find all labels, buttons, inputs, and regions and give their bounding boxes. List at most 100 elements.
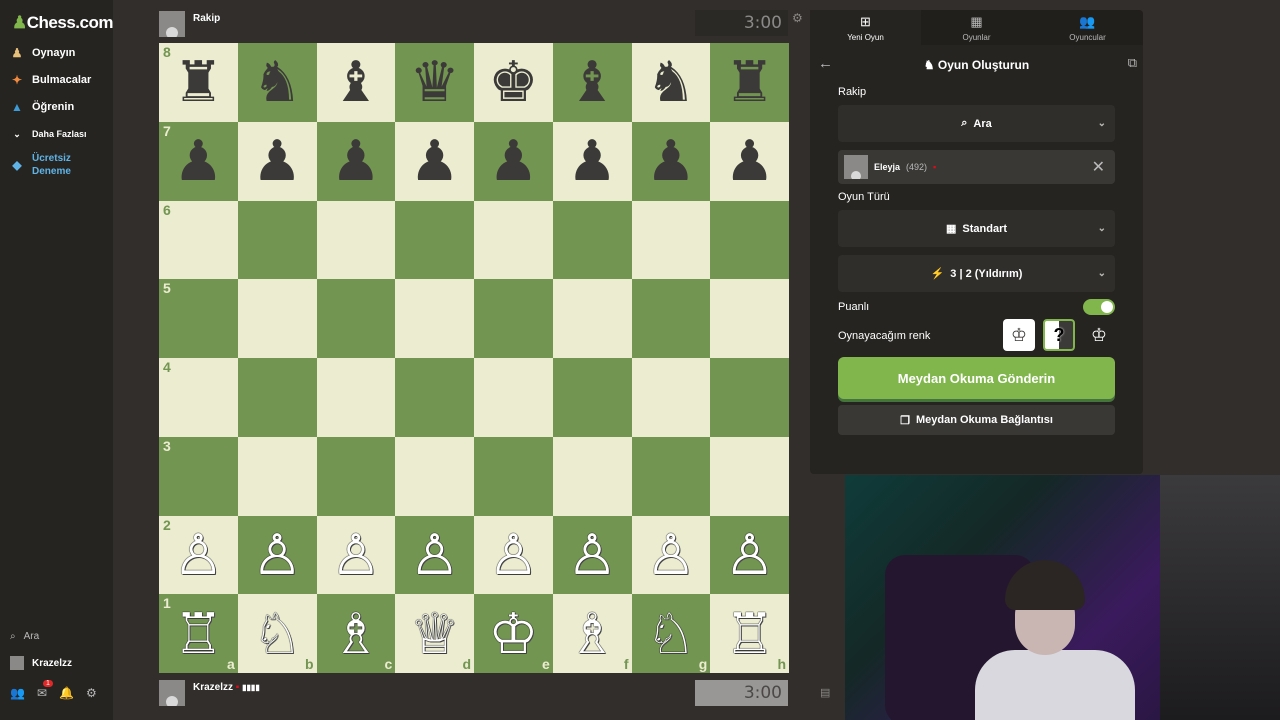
gear-icon[interactable]: ⚙: [86, 686, 97, 700]
white-piece[interactable]: ♖: [173, 605, 223, 662]
square-b2[interactable]: ♙: [237, 515, 317, 595]
square-a8[interactable]: ♜ 8: [159, 43, 238, 122]
black-piece[interactable]: ♟: [646, 133, 696, 189]
square-e6[interactable]: [474, 200, 553, 280]
chess-board[interactable]: ♜ 8 ♞ ♝ ♛ ♚ ♝ ♞ ♜ ♟ 7 ♟ ♟ ♟ ♟ ♟ ♟ ♟ 6 5 4 3 ♙ 2 ♙ ♙ ♙ ♙ ♙ ♙ ♙ ♖ 1 a ♘ b ♗ c ♕ d…: [159, 43, 789, 673]
square-f6[interactable]: [552, 200, 632, 280]
white-piece[interactable]: ♙: [567, 526, 617, 583]
white-piece[interactable]: ♗: [331, 605, 381, 662]
square-h1[interactable]: ♖ h: [710, 594, 789, 673]
white-piece[interactable]: ♙: [331, 526, 381, 583]
challenge-link-button[interactable]: ❐ Meydan Okuma Bağlantısı: [838, 405, 1115, 435]
square-b4[interactable]: [237, 358, 317, 437]
white-piece[interactable]: ♙: [173, 526, 223, 583]
square-a6[interactable]: 6: [159, 200, 238, 280]
square-b1[interactable]: ♘ b: [237, 594, 317, 673]
black-piece[interactable]: ♟: [173, 133, 223, 189]
chess-logo[interactable]: ♟Chess.com: [12, 13, 113, 33]
black-piece[interactable]: ♛: [410, 54, 460, 110]
square-b6[interactable]: [237, 200, 317, 280]
board-settings-icon[interactable]: ⚙: [792, 11, 803, 25]
square-g8[interactable]: ♞: [631, 43, 711, 122]
square-h5[interactable]: [710, 279, 789, 358]
white-piece[interactable]: ♙: [252, 526, 302, 583]
mail-icon[interactable]: ✉ 1: [37, 680, 53, 700]
black-piece[interactable]: ♟: [252, 133, 302, 189]
square-a7[interactable]: ♟ 7: [159, 121, 238, 201]
square-d5[interactable]: [395, 279, 474, 358]
square-g6[interactable]: [631, 200, 711, 280]
square-c7[interactable]: ♟: [316, 121, 396, 201]
white-piece[interactable]: ♙: [725, 526, 775, 583]
square-c2[interactable]: ♙: [316, 515, 396, 595]
square-e2[interactable]: ♙: [474, 515, 553, 595]
sidebar-user[interactable]: Krazelzz: [10, 656, 72, 670]
square-f3[interactable]: [552, 436, 632, 516]
square-c3[interactable]: [316, 436, 396, 516]
sidebar-item-more[interactable]: ⌄ Daha Fazlası: [10, 127, 86, 141]
black-piece[interactable]: ♞: [252, 54, 302, 110]
tab-games[interactable]: ▦ Oyunlar: [921, 10, 1032, 45]
square-c8[interactable]: ♝: [316, 43, 396, 122]
chat-icon[interactable]: ▤: [820, 686, 830, 699]
bell-icon[interactable]: 🔔: [59, 686, 74, 700]
square-d4[interactable]: [395, 358, 474, 437]
black-piece[interactable]: ♟: [567, 133, 617, 189]
white-piece[interactable]: ♕: [410, 605, 460, 662]
tab-new-game[interactable]: ⊞ Yeni Oyun: [810, 10, 921, 45]
square-f7[interactable]: ♟: [552, 121, 632, 201]
rated-toggle[interactable]: [1083, 299, 1115, 315]
square-f8[interactable]: ♝: [552, 43, 632, 122]
game-type-dropdown[interactable]: ▦ Standart ⌄: [838, 210, 1115, 247]
sidebar-search[interactable]: ⌕ Ara: [10, 631, 39, 642]
square-b3[interactable]: [237, 436, 317, 516]
square-c5[interactable]: [316, 279, 396, 358]
square-d8[interactable]: ♛: [395, 43, 474, 122]
square-d7[interactable]: ♟: [395, 121, 474, 201]
friends-icon[interactable]: 👥: [10, 686, 25, 700]
white-piece[interactable]: ♗: [567, 605, 617, 662]
black-piece[interactable]: ♟: [488, 133, 538, 189]
square-g7[interactable]: ♟: [631, 121, 711, 201]
white-piece[interactable]: ♖: [725, 605, 775, 662]
square-h2[interactable]: ♙: [710, 515, 789, 595]
black-piece[interactable]: ♟: [331, 133, 381, 189]
white-color-button[interactable]: ♔: [1003, 319, 1035, 351]
black-piece[interactable]: ♝: [331, 54, 381, 110]
random-color-button[interactable]: ?: [1043, 319, 1075, 351]
square-e1[interactable]: ♔ e: [474, 594, 553, 673]
black-piece[interactable]: ♟: [410, 133, 460, 189]
square-c6[interactable]: [316, 200, 396, 280]
square-g1[interactable]: ♘ g: [631, 594, 711, 673]
square-e4[interactable]: [474, 358, 553, 437]
close-icon[interactable]: ✕: [1092, 157, 1105, 177]
square-a1[interactable]: ♖ 1 a: [159, 594, 238, 673]
black-piece[interactable]: ♝: [567, 54, 617, 110]
square-a4[interactable]: 4: [159, 358, 238, 437]
square-f5[interactable]: [552, 279, 632, 358]
black-piece[interactable]: ♜: [725, 54, 775, 110]
square-g2[interactable]: ♙: [631, 515, 711, 595]
sidebar-item-free-trial[interactable]: ◆ Ücretsiz Deneme: [10, 152, 71, 178]
square-h3[interactable]: [710, 436, 789, 516]
white-piece[interactable]: ♙: [646, 526, 696, 583]
square-h8[interactable]: ♜: [710, 43, 789, 122]
square-h7[interactable]: ♟: [710, 121, 789, 201]
black-piece[interactable]: ♞: [646, 54, 696, 110]
square-e7[interactable]: ♟: [474, 121, 553, 201]
board-grid-icon[interactable]: ⧉: [1128, 55, 1137, 71]
square-a3[interactable]: 3: [159, 436, 238, 516]
square-g5[interactable]: [631, 279, 711, 358]
sidebar-item-play[interactable]: ♟ Oynayın: [10, 46, 76, 60]
time-control-dropdown[interactable]: ⚡ 3 | 2 (Yıldırım) ⌄: [838, 255, 1115, 292]
square-a2[interactable]: ♙ 2: [159, 515, 238, 595]
square-b5[interactable]: [237, 279, 317, 358]
square-c4[interactable]: [316, 358, 396, 437]
square-e5[interactable]: [474, 279, 553, 358]
square-g3[interactable]: [631, 436, 711, 516]
black-piece[interactable]: ♟: [725, 133, 775, 189]
square-e3[interactable]: [474, 436, 553, 516]
square-f2[interactable]: ♙: [552, 515, 632, 595]
square-b7[interactable]: ♟: [237, 121, 317, 201]
send-challenge-button[interactable]: Meydan Okuma Gönderin: [838, 357, 1115, 399]
